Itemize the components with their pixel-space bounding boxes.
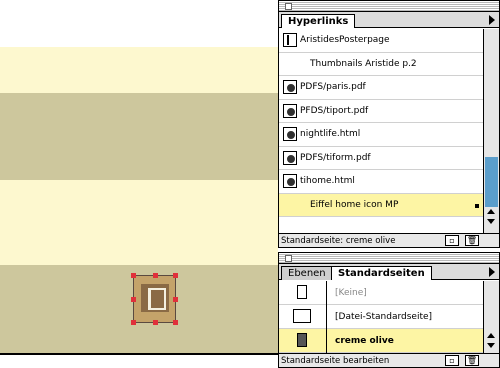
globe-link-icon <box>283 174 297 189</box>
scrollbar-thumb[interactable] <box>485 157 498 207</box>
close-box-icon[interactable] <box>285 255 292 262</box>
scroll-up-arrow-icon[interactable] <box>487 209 495 214</box>
list-item[interactable]: [Datei-Standardseite] <box>279 304 483 329</box>
vertical-scrollbar[interactable] <box>483 281 499 353</box>
globe-link-icon <box>283 103 297 118</box>
list-item[interactable]: AristidesPosterpage <box>279 29 483 53</box>
item-label: Eiffel home icon MP <box>310 199 399 210</box>
item-label: PDFS/tiform.pdf <box>300 152 371 163</box>
scroll-down-arrow-icon[interactable] <box>487 343 495 348</box>
eiffel-home-icon[interactable] <box>131 273 178 325</box>
panel-status-bar: Standardseite bearbeiten ▫ 🗑 <box>279 353 499 367</box>
trash-icon[interactable]: 🗑 <box>465 235 479 246</box>
master-pages-list: [Keine] [Datei-Standardseite] creme oliv… <box>279 280 483 353</box>
page-edge <box>0 353 278 355</box>
trash-icon[interactable]: 🗑 <box>465 355 479 366</box>
hyperlinks-list: AristidesPosterpage Thumbnails Aristide … <box>279 29 483 217</box>
list-item[interactable]: PDFS/paris.pdf <box>279 76 483 100</box>
selection-handle[interactable] <box>131 297 136 302</box>
selection-handle[interactable] <box>173 297 178 302</box>
panel-titlebar[interactable] <box>279 253 499 264</box>
scroll-up-arrow-icon[interactable] <box>487 333 495 338</box>
new-item-icon[interactable]: ▫ <box>445 355 459 366</box>
selection-handle[interactable] <box>153 273 158 278</box>
cream-band <box>0 47 278 93</box>
list-item-selected[interactable]: creme olive <box>279 328 483 353</box>
new-item-icon[interactable]: ▫ <box>445 235 459 246</box>
item-label: nightlife.html <box>300 129 361 140</box>
eiffel-tower-glyph <box>148 288 166 310</box>
item-label: [Datei-Standardseite] <box>335 311 433 322</box>
master-pages-panel: Ebenen Standardseiten [Keine] [Datei-Sta… <box>278 252 500 368</box>
list-item[interactable]: PFDS/tiport.pdf <box>279 99 483 123</box>
list-item[interactable]: PDFS/tiform.pdf <box>279 146 483 170</box>
double-page-icon <box>279 304 327 329</box>
selection-handle[interactable] <box>131 273 136 278</box>
document-canvas[interactable] <box>0 0 278 368</box>
filled-page-icon <box>279 328 327 353</box>
selection-handle[interactable] <box>173 320 178 325</box>
panel-menu-arrow-icon[interactable] <box>489 15 495 25</box>
panel-status-bar: Standardseite: creme olive ▫ 🗑 <box>279 233 499 247</box>
list-item-selected[interactable]: Eiffel home icon MP <box>279 193 483 217</box>
tab-row: Hyperlinks <box>279 12 499 28</box>
list-item[interactable]: tihome.html <box>279 170 483 194</box>
tab-row: Ebenen Standardseiten <box>279 264 499 280</box>
globe-link-icon <box>283 127 297 142</box>
cream-band <box>0 180 278 265</box>
item-label: Thumbnails Aristide p.2 <box>310 58 417 69</box>
blank-page-icon <box>279 280 327 305</box>
tab-master-pages[interactable]: Standardseiten <box>331 266 432 280</box>
item-label: tihome.html <box>300 176 355 187</box>
item-label: [Keine] <box>335 287 367 298</box>
selection-marker-icon <box>475 203 479 208</box>
panel-menu-arrow-icon[interactable] <box>489 267 495 277</box>
selection-handle[interactable] <box>153 320 158 325</box>
hyperlinks-panel: Hyperlinks AristidesPosterpage Thumbnail… <box>278 0 500 248</box>
item-label: AristidesPosterpage <box>300 35 390 46</box>
list-item[interactable]: Thumbnails Aristide p.2 <box>279 52 483 76</box>
selection-handle[interactable] <box>173 273 178 278</box>
globe-link-icon <box>283 150 297 165</box>
status-text: Standardseite bearbeiten <box>281 355 390 366</box>
status-text: Standardseite: creme olive <box>281 235 396 246</box>
olive-band <box>0 93 278 180</box>
scroll-down-arrow-icon[interactable] <box>487 219 495 224</box>
selection-handle[interactable] <box>131 320 136 325</box>
tab-layers[interactable]: Ebenen <box>281 266 333 280</box>
list-item[interactable]: nightlife.html <box>279 123 483 147</box>
item-label: creme olive <box>335 335 394 346</box>
close-box-icon[interactable] <box>285 3 292 10</box>
tab-hyperlinks[interactable]: Hyperlinks <box>281 14 356 28</box>
item-label: PFDS/tiport.pdf <box>300 105 369 116</box>
item-label: PDFS/paris.pdf <box>300 82 366 93</box>
list-item[interactable]: [Keine] <box>279 280 483 305</box>
globe-link-icon <box>283 80 297 95</box>
anchor-icon <box>283 33 297 48</box>
panel-titlebar[interactable] <box>279 1 499 12</box>
vertical-scrollbar[interactable] <box>483 29 499 233</box>
